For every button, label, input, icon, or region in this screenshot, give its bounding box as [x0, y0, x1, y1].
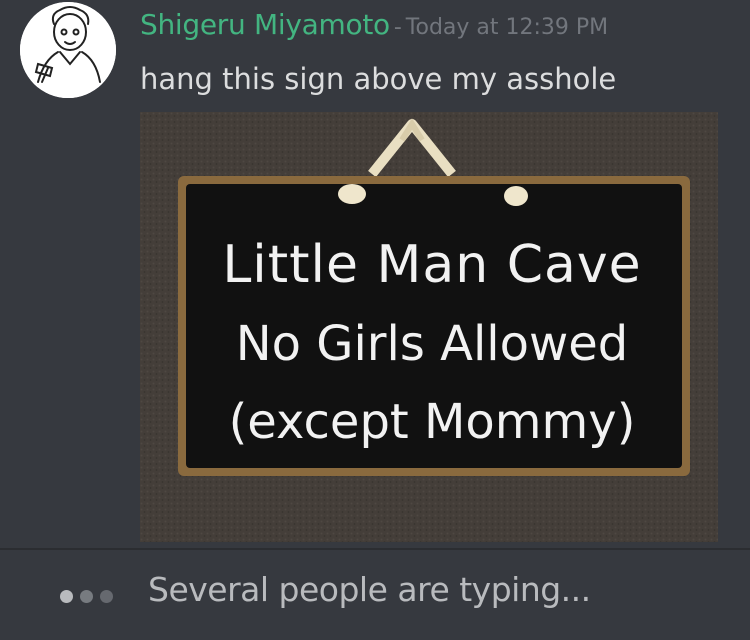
chat-message: Shigeru Miyamoto - Today at 12:39 PM hang … [0, 0, 750, 545]
typing-text: Several people are typing... [148, 570, 591, 609]
header-separator: - [393, 15, 402, 40]
message-header: Shigeru Miyamoto - Today at 12:39 PM [140, 8, 608, 41]
typing-dot [80, 590, 93, 603]
typing-dot [100, 590, 113, 603]
username[interactable]: Shigeru Miyamoto [140, 8, 390, 41]
user-sketch-avatar-icon [20, 2, 116, 98]
sign-photo: Little Man Cave No Girls Allowed (except… [140, 112, 718, 542]
message-text: hang this sign above my asshole [140, 62, 617, 96]
typing-dot [60, 590, 73, 603]
sign-line-1: Little Man Cave [222, 235, 641, 295]
image-attachment[interactable]: Little Man Cave No Girls Allowed (except… [140, 112, 718, 542]
typing-indicator: Several people are typing... [0, 548, 750, 640]
avatar[interactable] [20, 2, 116, 98]
timestamp[interactable]: Today at 12:39 PM [406, 15, 608, 40]
sign-line-2: No Girls Allowed [236, 316, 629, 372]
sign-line-3: (except Mommy) [229, 394, 636, 450]
